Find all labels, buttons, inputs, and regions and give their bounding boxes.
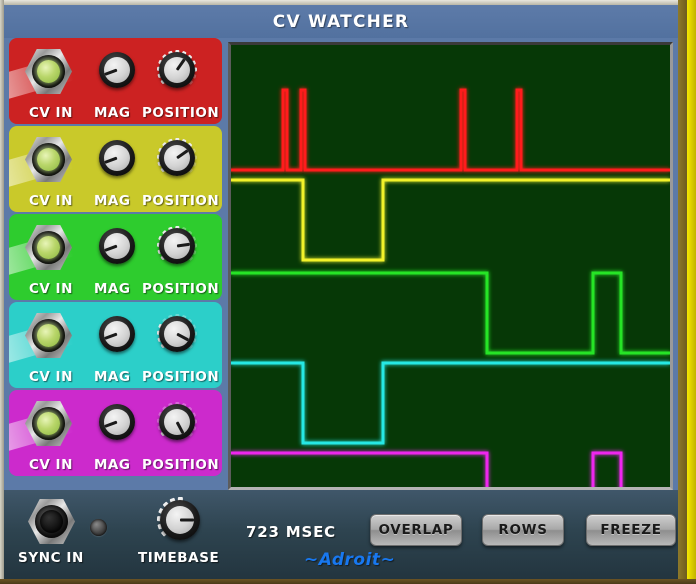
scope-trace — [231, 271, 670, 355]
jack-led-icon — [37, 148, 60, 171]
cv-in-jack[interactable] — [25, 136, 72, 183]
scope-traces — [231, 88, 670, 487]
jack-led-icon — [40, 510, 63, 533]
scope-trace — [231, 178, 670, 262]
jack-led-icon — [37, 60, 60, 83]
position-knob[interactable] — [155, 48, 199, 92]
sync-in-jack[interactable] — [28, 498, 75, 545]
knob-pointer-icon — [180, 518, 194, 522]
channel-red: CV IN MAG POSITION — [9, 38, 222, 124]
channel-magenta: CV IN MAG POSITION — [9, 390, 222, 476]
mag-label: MAG — [94, 105, 131, 121]
jack-led-icon — [37, 324, 60, 347]
mag-label: MAG — [94, 281, 131, 297]
timebase-label: TIMEBASE — [138, 550, 220, 566]
cv-in-jack[interactable] — [25, 224, 72, 271]
title-bar: CV WATCHER — [4, 5, 678, 38]
mag-label: MAG — [94, 457, 131, 473]
cv-in-label: CV IN — [29, 369, 73, 385]
mag-knob[interactable] — [95, 400, 139, 444]
mag-knob[interactable] — [95, 312, 139, 356]
cv-in-label: CV IN — [29, 105, 73, 121]
cv-watcher-module: CV WATCHER CV IN MAG POSITION CV IN MAG POSIT… — [0, 0, 696, 584]
frame-edge-bottom — [0, 579, 696, 584]
freeze-button[interactable]: FREEZE — [586, 514, 676, 546]
position-label: POSITION — [142, 105, 220, 121]
brand-label: ~Adroit~ — [304, 550, 396, 570]
oscilloscope-frame — [228, 42, 673, 490]
overlap-button[interactable]: OVERLAP — [370, 514, 462, 546]
sync-in-label: SYNC IN — [18, 550, 84, 566]
cv-in-label: CV IN — [29, 193, 73, 209]
channel-green: CV IN MAG POSITION — [9, 214, 222, 300]
position-knob[interactable] — [155, 136, 199, 180]
timebase-knob[interactable] — [156, 496, 204, 544]
scope-trace — [231, 88, 670, 172]
channel-yellow: CV IN MAG POSITION — [9, 126, 222, 212]
timebase-readout: 723 MSEC — [246, 523, 336, 541]
position-label: POSITION — [142, 193, 220, 209]
page-title: CV WATCHER — [272, 11, 410, 32]
cv-in-jack[interactable] — [25, 312, 72, 359]
position-label: POSITION — [142, 369, 220, 385]
freeze-button-label: FREEZE — [600, 522, 662, 538]
faceplate: CV WATCHER CV IN MAG POSITION CV IN MAG POSIT… — [4, 5, 678, 579]
mag-knob[interactable] — [95, 224, 139, 268]
rows-button[interactable]: ROWS — [482, 514, 564, 546]
cv-in-jack[interactable] — [25, 48, 72, 95]
jack-led-icon — [37, 412, 60, 435]
mag-knob[interactable] — [95, 48, 139, 92]
scope-trace — [231, 361, 670, 445]
position-knob[interactable] — [155, 224, 199, 268]
position-knob[interactable] — [155, 400, 199, 444]
sync-indicator-led — [90, 519, 107, 536]
jack-led-icon — [37, 236, 60, 259]
position-label: POSITION — [142, 281, 220, 297]
rows-button-label: ROWS — [498, 522, 548, 538]
mag-knob[interactable] — [95, 136, 139, 180]
cv-in-jack[interactable] — [25, 400, 72, 447]
channel-cyan: CV IN MAG POSITION — [9, 302, 222, 388]
cv-in-label: CV IN — [29, 281, 73, 297]
frame-edge-right-inner — [678, 0, 687, 584]
position-label: POSITION — [142, 457, 220, 473]
mag-label: MAG — [94, 369, 131, 385]
bottom-control-bar: SYNC IN TIMEBASE 723 MSEC ~Adroit~ OVERL… — [4, 490, 678, 579]
oscilloscope-display[interactable] — [231, 45, 670, 487]
overlap-button-label: OVERLAP — [378, 522, 454, 538]
position-knob[interactable] — [155, 312, 199, 356]
frame-edge-right — [687, 0, 696, 584]
channel-strip-list: CV IN MAG POSITION CV IN MAG POSITION CV IN MAG… — [9, 38, 224, 490]
cv-in-label: CV IN — [29, 457, 73, 473]
mag-label: MAG — [94, 193, 131, 209]
scope-trace — [231, 451, 623, 487]
